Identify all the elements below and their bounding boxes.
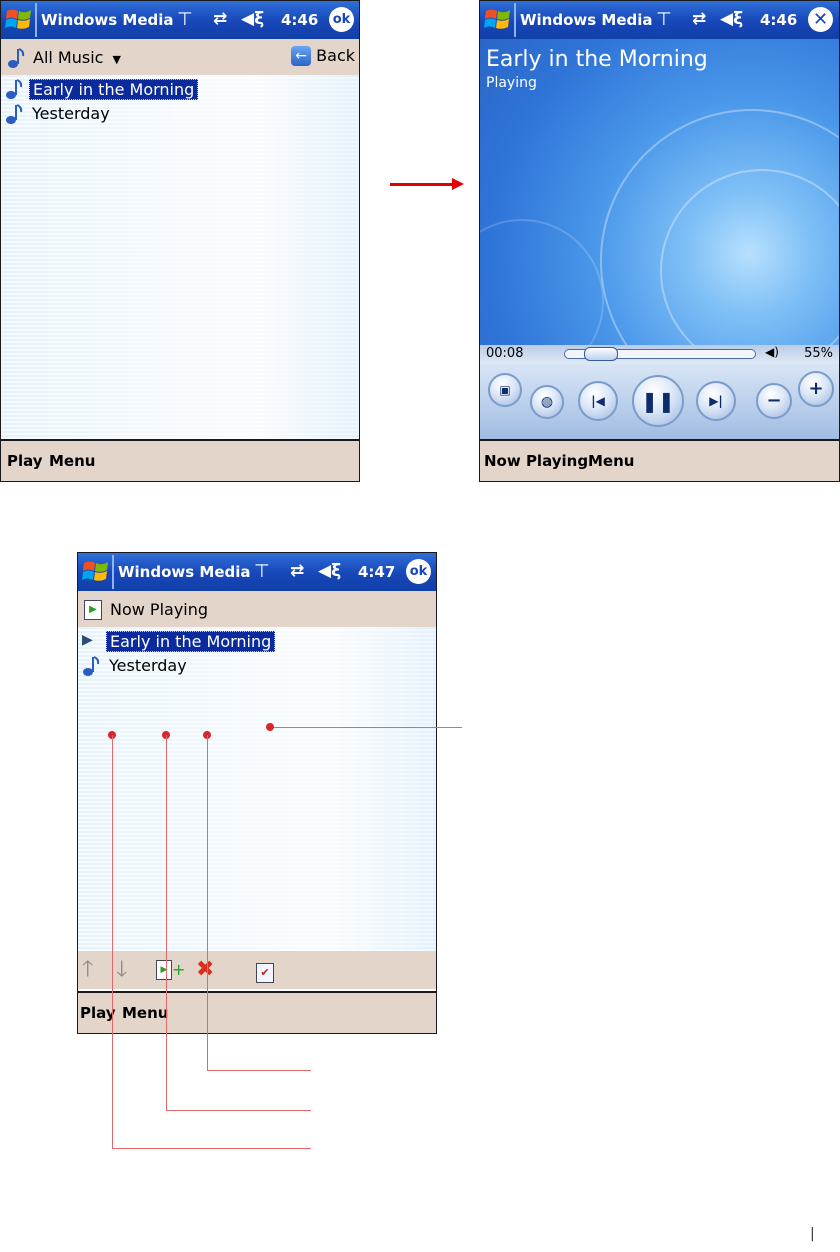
music-note-icon [6,79,23,99]
callout-delete-v [207,735,208,1071]
list-item-label: Early in the Morning [29,79,199,100]
library-screen: Windows Media ⊤ ⇄ ◀ξ 4:46 ok All Music ▼… [0,0,360,482]
decorative-bubble [480,219,604,345]
delete-icon[interactable]: ✖ [196,959,214,981]
close-icon[interactable]: ✕ [808,7,833,32]
app-title: Windows Media [520,11,653,29]
volume-down-button[interactable]: − [756,383,792,419]
volume-icon: ◀) [765,345,779,359]
callout-move-h [112,1148,311,1149]
playback-status: Playing [486,75,537,91]
volume-up-button[interactable]: + [798,371,834,407]
add-to-playlist-icon[interactable]: ▶ + [156,959,185,981]
category-dropdown[interactable]: All Music ▼ [33,48,121,67]
playlist-header: ▶ Now Playing [78,591,436,627]
menu-bar: Now Playing Menu [480,439,839,481]
playback-controls: ▣ ◍ |◀ ❚❚ ▶| − + [480,363,839,441]
clock-time[interactable]: 4:47 [358,563,395,581]
back-label: Back [316,46,355,65]
now-playing-screen: Windows Media ⊤ ⇄ ◀ξ 4:46 ✕ Early in the… [479,0,840,482]
music-note-icon [8,48,25,68]
move-up-icon[interactable]: 🡑 [82,959,93,981]
callout-delete-h [207,1070,311,1071]
playlist-screen: Windows Media ⊤ ⇄ ◀ξ 4:47 ok ▶ Now Playi… [77,552,437,1034]
now-playing-visual: Early in the Morning Playing [480,39,839,345]
web-button[interactable]: ◍ [530,385,564,419]
song-title: Early in the Morning [486,47,708,72]
elapsed-time: 00:08 [486,346,524,361]
list-item-label: Yesterday [109,656,187,675]
app-title: Windows Media [41,11,174,29]
playlist-toolbar: 🡑 🡓 ▶ + ✖ ✔ [78,951,436,989]
sync-icon[interactable]: ⇄ [692,9,706,29]
speaker-icon[interactable]: ◀ξ [720,9,743,29]
next-track-button[interactable]: ▶| [696,381,736,421]
music-note-icon [83,656,100,676]
ok-button[interactable]: ok [406,559,431,584]
fullscreen-button[interactable]: ▣ [488,373,522,407]
menu-button[interactable]: Menu [588,452,634,470]
list-item-label: Yesterday [32,104,110,123]
signal-icon[interactable]: ⊤ [254,561,270,582]
sync-icon[interactable]: ⇄ [213,9,227,29]
play-indicator-icon: ▶ [82,632,93,648]
now-playing-menu-button[interactable]: Now Playing [484,452,588,470]
title-divider [112,555,114,589]
progress-bar-row: 00:08 ◀) 55% [480,345,839,363]
music-note-icon [6,104,23,124]
playlist-properties-icon[interactable]: ✔ [256,959,274,983]
title-bar: Windows Media ⊤ ⇄ ◀ξ 4:47 ok [78,553,436,591]
speaker-icon[interactable]: ◀ξ [318,561,341,581]
menu-button[interactable]: Menu [122,1004,168,1022]
seek-thumb[interactable] [584,347,618,361]
ok-button[interactable]: ok [329,7,354,32]
pause-button[interactable]: ❚❚ [632,375,684,427]
back-arrow-icon: ← [291,45,312,66]
song-list: Early in the Morning Yesterday [1,75,359,439]
volume-level: 55% [804,346,833,361]
dropdown-arrow-icon: ▼ [112,53,122,66]
menu-button[interactable]: Menu [49,452,95,470]
title-bar: Windows Media ⊤ ⇄ ◀ξ 4:46 ok [1,1,359,39]
callout-add-v [166,735,167,1111]
title-divider [514,3,516,37]
title-bar: Windows Media ⊤ ⇄ ◀ξ 4:46 ✕ [480,1,839,39]
menu-bar: Play Menu [1,439,359,481]
move-down-icon[interactable]: 🡓 [116,959,127,981]
playlist-title: Now Playing [110,600,209,619]
signal-icon[interactable]: ⊤ [656,9,672,30]
speaker-icon[interactable]: ◀ξ [241,9,264,29]
transition-arrow [390,183,454,186]
windows-flag-icon[interactable] [4,5,34,35]
title-divider [35,3,37,37]
callout-move-v [112,735,113,1149]
signal-icon[interactable]: ⊤ [177,9,193,30]
callout-add-h [166,1110,311,1111]
now-playing-icon: ▶ [84,600,102,620]
menu-bar: Play Menu [78,991,436,1033]
back-button[interactable]: ← Back [291,45,355,66]
play-menu-button[interactable]: Play [80,1004,116,1022]
app-title: Windows Media [118,563,251,581]
page-marker: | [810,1226,815,1242]
windows-flag-icon[interactable] [81,557,111,587]
clock-time[interactable]: 4:46 [281,11,318,29]
category-label: All Music [33,48,104,67]
seek-bar[interactable] [564,347,756,361]
playlist: ▶ Early in the Morning Yesterday [78,627,436,953]
windows-flag-icon[interactable] [483,5,513,35]
transition-arrow-head [452,178,464,190]
list-item-label: Early in the Morning [106,631,276,652]
clock-time[interactable]: 4:46 [760,11,797,29]
callout-properties-h [270,727,462,728]
category-bar: All Music ▼ ← Back [1,39,359,75]
sync-icon[interactable]: ⇄ [290,561,304,581]
callout-dot-properties [266,723,274,731]
play-menu-button[interactable]: Play [7,452,43,470]
previous-track-button[interactable]: |◀ [578,381,618,421]
